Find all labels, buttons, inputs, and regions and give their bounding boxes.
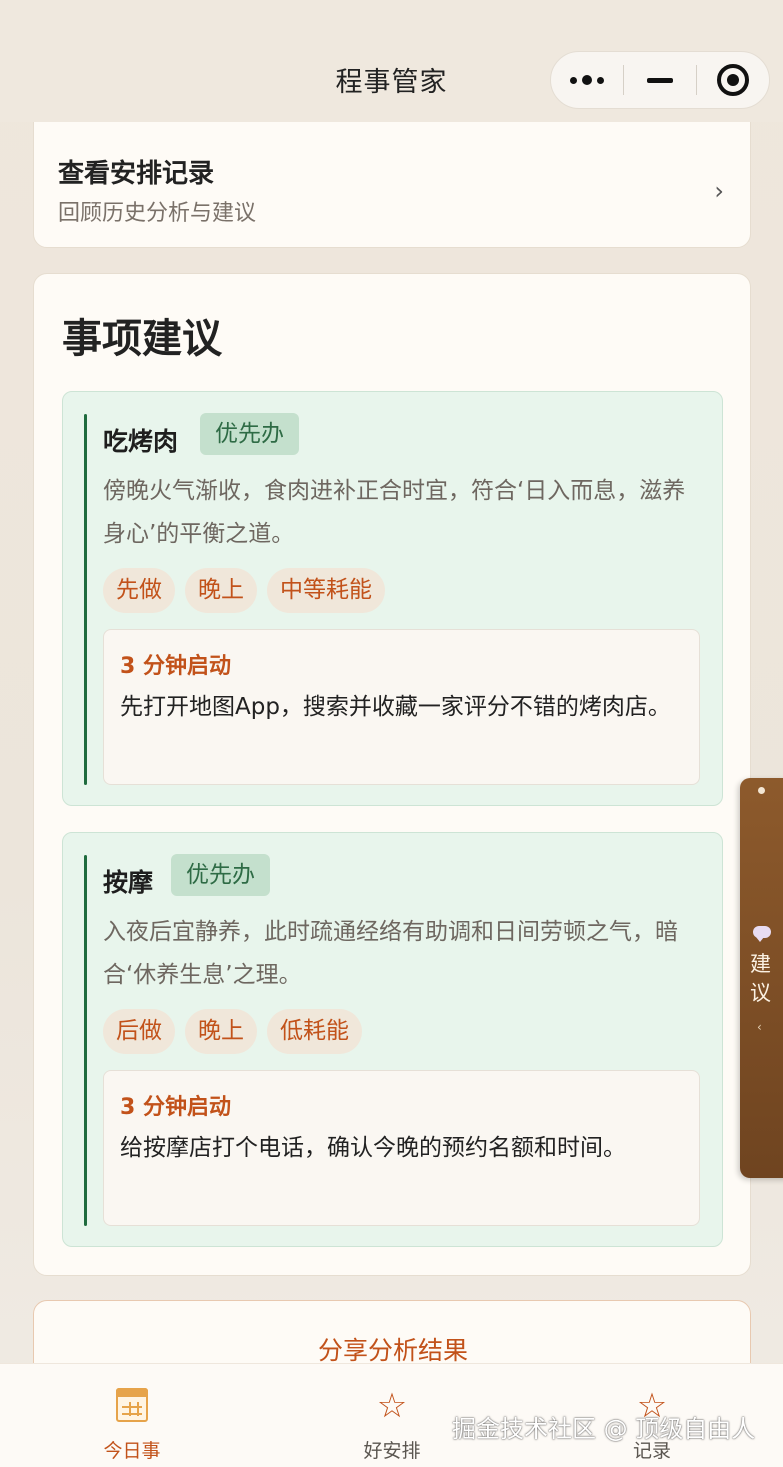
item-name: 吃烤肉	[103, 427, 179, 456]
top-navbar: 程事管家	[0, 0, 783, 122]
energy-tag: 低耗能	[267, 1009, 362, 1054]
scrolled-tab-strip	[120, 0, 580, 6]
view-history-card[interactable]: 查看安排记录 回顾历史分析与建议 ›	[33, 100, 751, 248]
star-icon: ☆	[376, 1386, 408, 1426]
order-tag: 先做	[103, 568, 175, 613]
item-name: 按摩	[103, 868, 154, 897]
minimize-button[interactable]	[624, 52, 696, 108]
tab-label: 好安排	[363, 1440, 421, 1462]
quick-start-box: 3 分钟启动 给按摩店打个电话，确认今晚的预约名额和时间。	[103, 1070, 700, 1226]
tab-today[interactable]: 今日事	[52, 1364, 212, 1467]
order-tag: 后做	[103, 1009, 175, 1054]
item-accent-bar	[84, 414, 87, 785]
chevron-left-icon: ‹	[757, 1020, 762, 1034]
chevron-right-icon: ›	[714, 177, 724, 205]
item-description: 入夜后宜静养，此时疏通经络有助调和日间劳顿之气，暗合‘休养生息’之理。	[103, 919, 678, 988]
more-dots-icon	[570, 75, 604, 85]
suggestion-item[interactable]: 吃烤肉 优先办 傍晚火气渐收，食肉进补正合时宜，符合‘日入而息，滋养身心’的平衡…	[62, 391, 723, 806]
more-button[interactable]	[551, 52, 623, 108]
quick-start-label: 3 分钟启动	[120, 1095, 231, 1120]
history-title: 查看安排记录	[58, 159, 215, 189]
time-tag: 晚上	[185, 568, 257, 613]
quick-start-text: 先打开地图App，搜索并收藏一家评分不错的烤肉店。	[120, 694, 671, 720]
suggestion-item[interactable]: 按摩 优先办 入夜后宜静养，此时疏通经络有助调和日间劳顿之气，暗合‘休养生息’之…	[62, 832, 723, 1247]
item-tags: 先做 晚上 中等耗能	[103, 568, 385, 613]
priority-badge: 优先办	[200, 413, 299, 455]
chat-bubble-icon	[753, 926, 771, 942]
app-page: 程事管家 查看安排记录 回顾历史分析与建议 › 事项建议 吃烤肉 优先办 傍晚火	[0, 0, 783, 1467]
item-tags: 后做 晚上 低耗能	[103, 1009, 362, 1054]
minimize-icon	[647, 77, 673, 83]
tab-label: 今日事	[103, 1440, 161, 1462]
share-label: 分享分析结果	[317, 1336, 468, 1365]
suggestions-title: 事项建议	[62, 316, 222, 362]
target-close-icon	[717, 64, 749, 96]
close-button[interactable]	[697, 52, 769, 108]
priority-badge: 优先办	[171, 854, 270, 896]
watermark-text: 掘金技术社区 @ 顶级自由人	[452, 1415, 756, 1443]
calendar-icon	[114, 1388, 150, 1424]
item-accent-bar	[84, 855, 87, 1226]
history-subtitle: 回顾历史分析与建议	[58, 201, 257, 226]
suggestion-side-tab[interactable]: 建议 ‹	[740, 778, 783, 1178]
side-tab-label: 建议	[750, 952, 771, 1005]
time-tag: 晚上	[185, 1009, 257, 1054]
side-tab-dot	[758, 787, 765, 794]
tab-arrangements[interactable]: ☆ 好安排	[312, 1364, 472, 1467]
quick-start-box: 3 分钟启动 先打开地图App，搜索并收藏一家评分不错的烤肉店。	[103, 629, 700, 785]
quick-start-text: 给按摩店打个电话，确认今晚的预约名额和时间。	[120, 1135, 626, 1161]
item-description: 傍晚火气渐收，食肉进补正合时宜，符合‘日入而息，滋养身心’的平衡之道。	[103, 478, 686, 547]
suggestions-card: 事项建议 吃烤肉 优先办 傍晚火气渐收，食肉进补正合时宜，符合‘日入而息，滋养身…	[33, 273, 751, 1276]
quick-start-label: 3 分钟启动	[120, 654, 231, 679]
energy-tag: 中等耗能	[267, 568, 385, 613]
miniprogram-capsule	[550, 51, 770, 109]
